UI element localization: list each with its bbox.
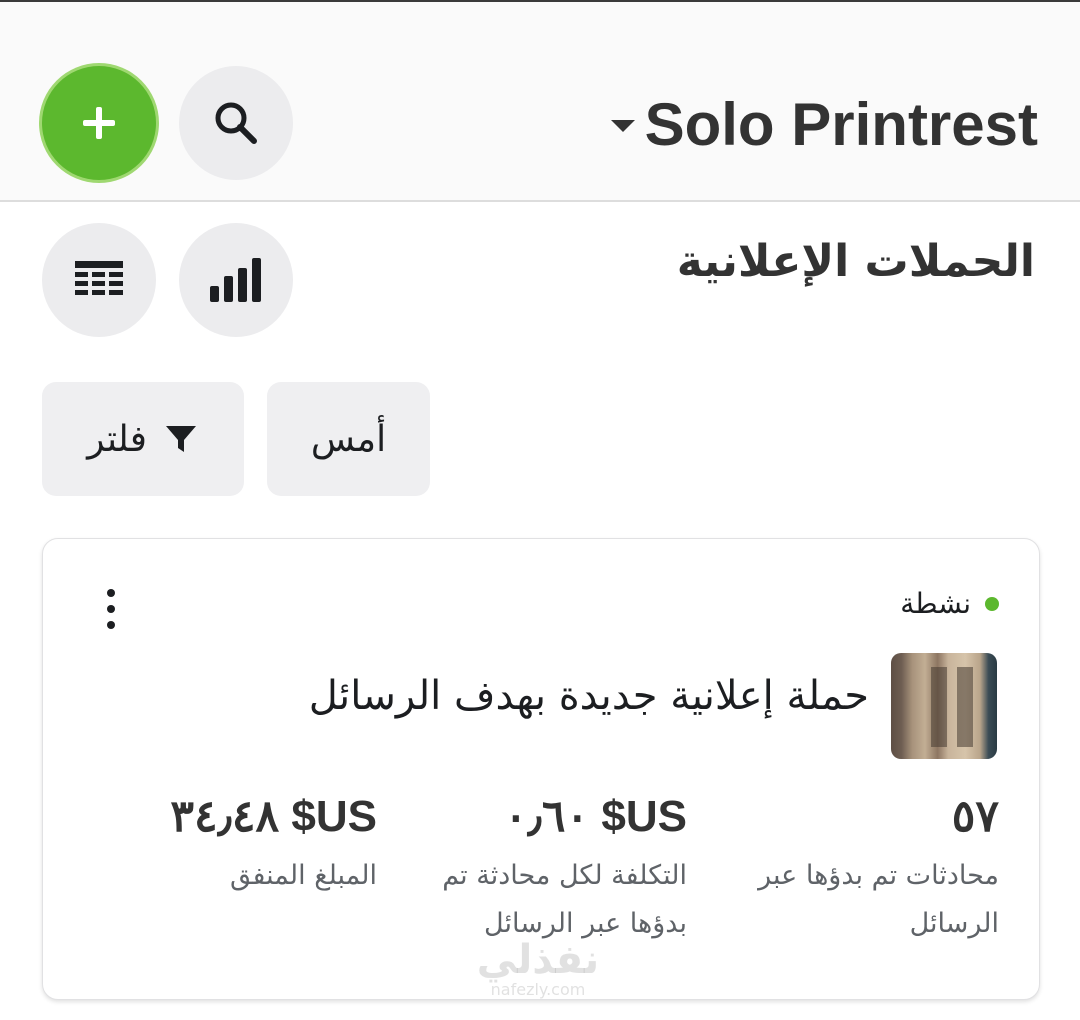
metric-value: US$ ٠٫٦٠: [503, 792, 687, 841]
metric-value: ٥٧: [951, 792, 999, 841]
header-divider: [0, 200, 1080, 202]
status-label: نشطة: [900, 587, 971, 620]
watermark-arabic: نفذلي: [476, 937, 600, 983]
filter-chip[interactable]: فلتر: [42, 382, 244, 496]
filter-label: فلتر: [87, 418, 147, 460]
campaign-thumbnail: [891, 653, 997, 759]
page-title: الحملات الإعلانية: [676, 236, 1035, 287]
add-icon: [83, 107, 115, 139]
more-options-icon[interactable]: [101, 589, 121, 629]
table-view-button[interactable]: [42, 223, 156, 337]
watermark: نفذلي nafezly.com: [468, 940, 608, 1000]
account-name: Solo Printrest: [644, 90, 1038, 158]
metric-value: US$ ٣٤٫٤٨: [170, 792, 377, 841]
date-range-chip[interactable]: أمس: [267, 382, 430, 496]
create-button[interactable]: [42, 66, 156, 180]
campaign-card[interactable]: نشطة حملة إعلانية جديدة بهدف الرسائل ٥٧ …: [42, 538, 1040, 1000]
date-range-label: أمس: [310, 418, 387, 460]
bar-chart-icon: [210, 258, 261, 302]
account-switcher[interactable]: Solo Printrest: [610, 84, 1038, 164]
table-icon: [75, 261, 123, 295]
campaign-name[interactable]: حملة إعلانية جديدة بهدف الرسائل: [309, 673, 869, 719]
metric-cost-per-conversation: US$ ٠٫٦٠ التكلفة لكل محادثة تم بدؤها عبر…: [387, 791, 687, 948]
campaign-status: نشطة: [900, 587, 999, 620]
insights-button[interactable]: [179, 223, 293, 337]
metric-label: التكلفة لكل محادثة تم بدؤها عبر الرسائل: [442, 860, 687, 939]
caret-down-icon: [610, 120, 635, 132]
filter-icon: [165, 426, 196, 452]
metric-amount-spent: US$ ٣٤٫٤٨ المبلغ المنفق: [117, 791, 377, 900]
metric-label: المبلغ المنفق: [229, 860, 377, 891]
metric-conversations: ٥٧ محادثات تم بدؤها عبر الرسائل: [699, 791, 999, 948]
metric-label: محادثات تم بدؤها عبر الرسائل: [758, 860, 999, 939]
search-button[interactable]: [179, 66, 293, 180]
search-icon: [215, 102, 257, 144]
status-dot-icon: [985, 596, 999, 611]
watermark-latin: nafezly.com: [490, 980, 586, 999]
